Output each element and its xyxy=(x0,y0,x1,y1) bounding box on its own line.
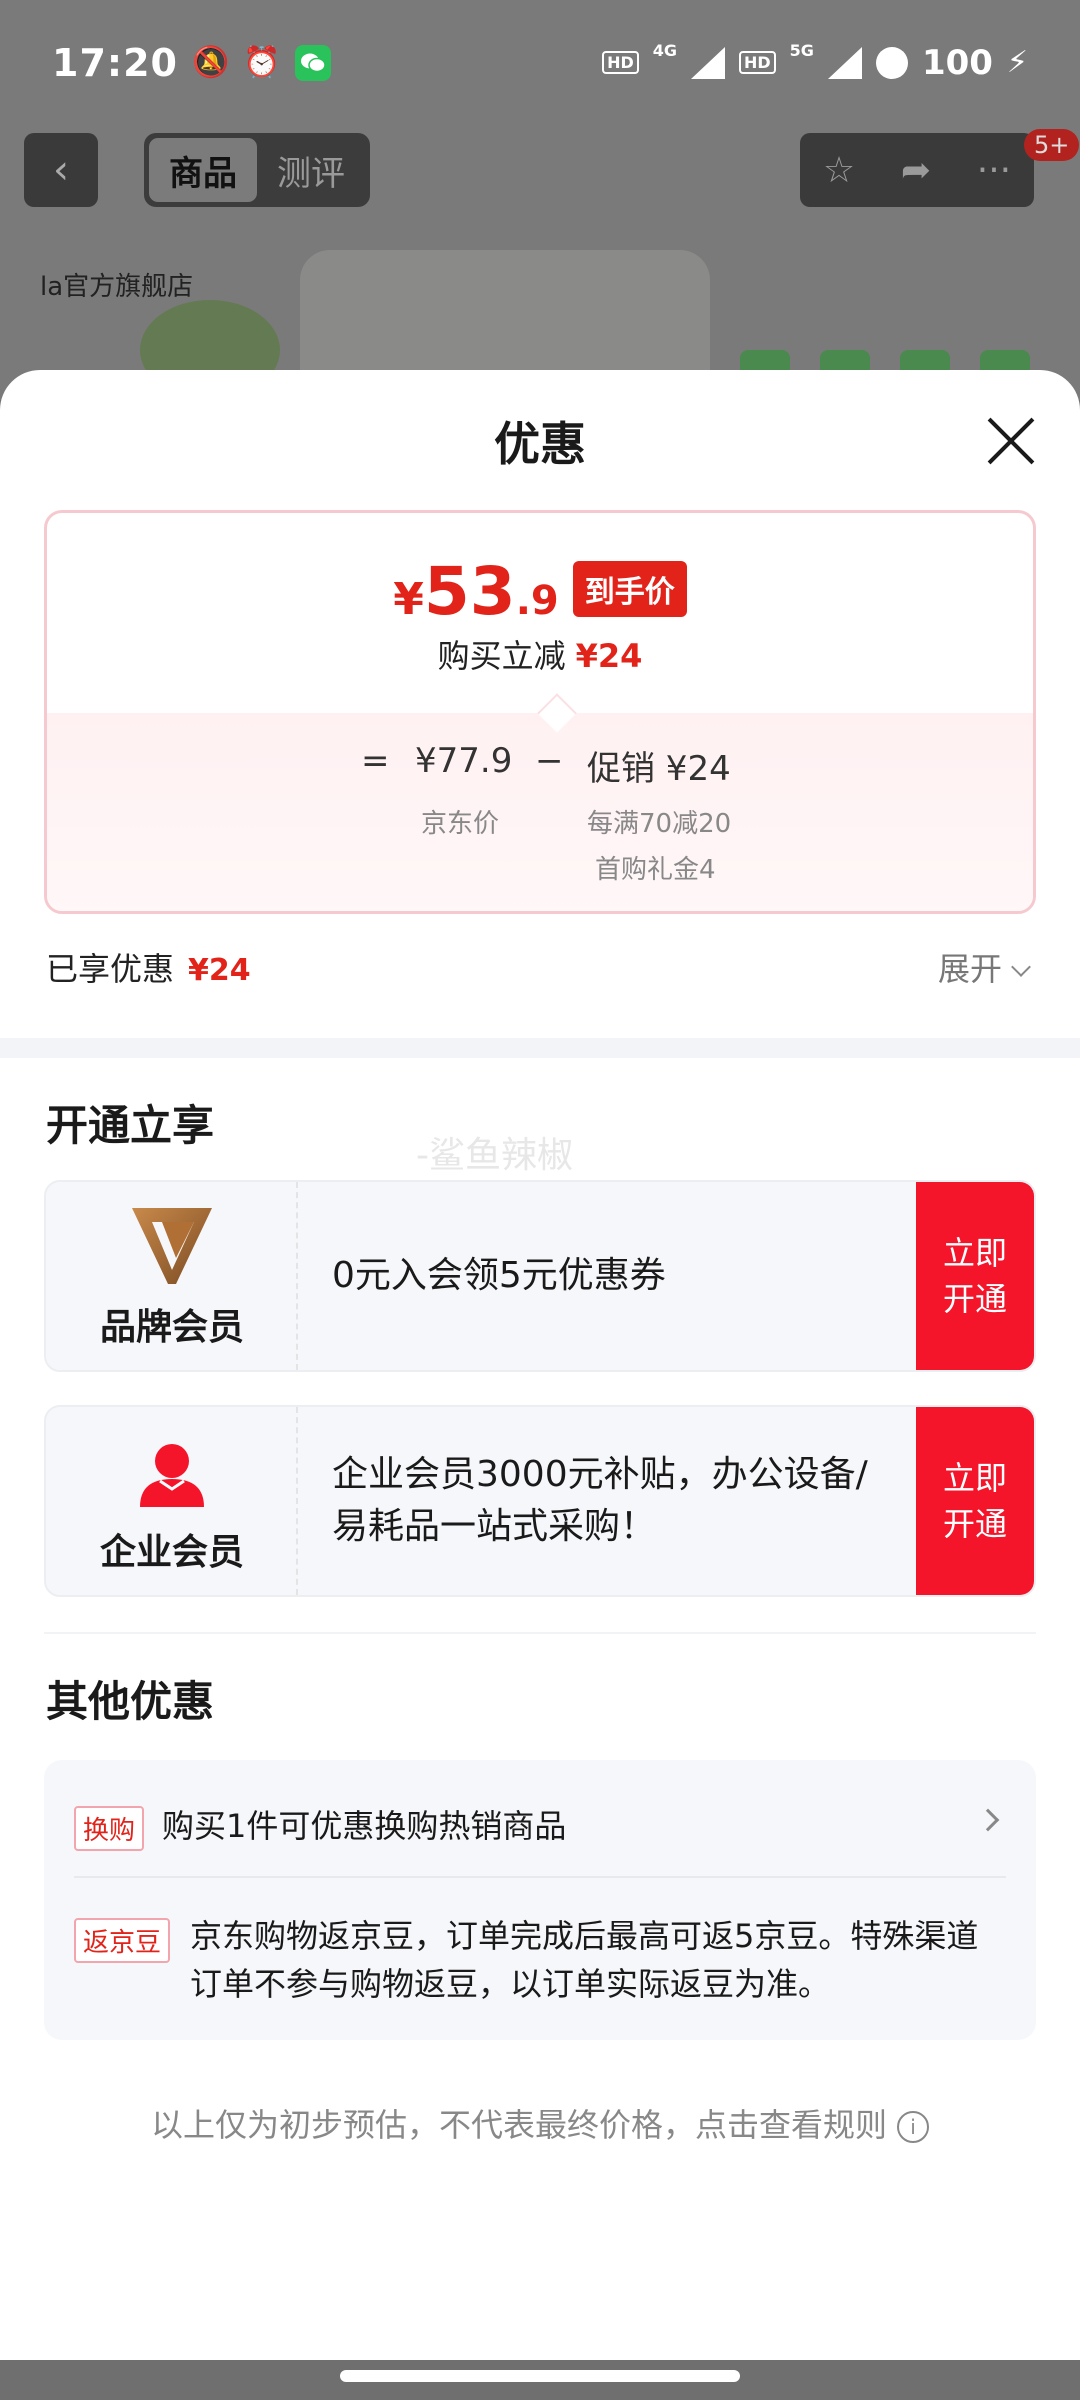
footer-note-text: 以上仅为初步预估，不代表最终价格，点击查看规则 xyxy=(150,2106,887,2144)
member-logo-area: 品牌会员 xyxy=(46,1182,298,1370)
jd-price-label: 京东价 xyxy=(421,809,500,839)
enjoyed-discount: 已享优惠 ¥24 xyxy=(46,944,251,990)
hd-icon: HD xyxy=(739,51,776,74)
other-offers-box: 换购 购买1件可优惠换购热销商品 返京豆 京东购物返京豆，订单完成后最高可返5京… xyxy=(44,1760,1036,2040)
open-now-button[interactable]: 立即开通 xyxy=(916,1182,1034,1370)
action-group: ☆ ➦ ··· xyxy=(800,133,1034,207)
alarm-icon: ⏰ xyxy=(243,45,281,80)
final-price-decimal: .9 xyxy=(515,578,559,624)
segmented-tabs: 商品 测评 xyxy=(144,133,370,207)
final-price-tag: 到手价 xyxy=(572,561,687,617)
final-price: ¥ 53 .9 到手价 xyxy=(47,553,1033,630)
charging-icon: ⚡ xyxy=(1006,45,1028,80)
section-title-open: 开通立享 xyxy=(46,1101,215,1150)
section-title-other: 其他优惠 xyxy=(46,1677,215,1726)
close-icon[interactable] xyxy=(986,416,1036,466)
back-button[interactable]: ‹ xyxy=(24,133,98,207)
minus-sign: − xyxy=(535,741,564,781)
wechat-icon xyxy=(294,44,331,81)
chevron-right-icon xyxy=(976,1808,1000,1832)
signal-icon xyxy=(691,46,725,79)
status-time: 17:20 xyxy=(52,40,178,85)
signal-icon xyxy=(827,46,862,79)
member-logo-area: 企业会员 xyxy=(46,1407,298,1595)
tab-review[interactable]: 测评 xyxy=(257,138,365,202)
info-icon: i xyxy=(897,2111,929,2143)
offer-row-jingdou: 返京豆 京东购物返京豆，订单完成后最高可返5京豆。特殊渠道订单不参与购物返豆，以… xyxy=(74,1912,1006,2012)
promo-detail: 每满70减20 xyxy=(587,809,732,839)
hd-icon: HD xyxy=(602,51,639,74)
notification-badge: 5+ xyxy=(1024,129,1080,161)
chevron-down-icon xyxy=(1011,957,1031,977)
chevron-left-icon: ‹ xyxy=(53,147,69,193)
member-name: 品牌会员 xyxy=(99,1307,244,1348)
offer-row-exchange[interactable]: 换购 购买1件可优惠换购热销商品 xyxy=(74,1802,1006,1851)
brand-v-icon xyxy=(132,1208,212,1284)
member-desc: 企业会员3000元补贴，办公设备/易耗品一站式采购！ xyxy=(332,1454,868,1547)
watermark: -鲨鱼辣椒 xyxy=(416,1135,573,1176)
expand-button[interactable]: 展开 xyxy=(938,944,1031,990)
price-card: ¥ 53 .9 到手价 购买立减 ¥24 = ¥77.9 − 促销 ¥24 京东价… xyxy=(44,510,1036,914)
open-now-label: 立即开通 xyxy=(942,1459,1007,1543)
battery-icon xyxy=(875,46,908,79)
section-divider xyxy=(0,1038,1080,1058)
offer-text: 京东购物返京豆，订单完成后最高可返5京豆。特殊渠道订单不参与购物返豆，以订单实际… xyxy=(190,1917,979,2003)
battery-level: 100 xyxy=(921,42,993,83)
open-now-label: 立即开通 xyxy=(942,1234,1007,1318)
sheet-title: 优惠 xyxy=(494,417,586,471)
currency-symbol: ¥ xyxy=(393,574,424,625)
mute-icon: 🔕 xyxy=(191,45,230,80)
offer-tag: 返京豆 xyxy=(74,1918,171,1963)
enterprise-member-card: 企业会员 企业会员3000元补贴，办公设备/易耗品一站式采购！ 立即开通 xyxy=(44,1405,1036,1597)
net-5g-label: 5G xyxy=(789,41,814,60)
offer-text: 购买1件可优惠换购热销商品 xyxy=(162,1807,567,1845)
row-divider xyxy=(74,1876,1006,1878)
store-name: la官方旗舰店 xyxy=(40,272,194,302)
person-icon xyxy=(140,1444,204,1507)
final-price-integer: 53 xyxy=(423,553,516,630)
enjoyed-label: 已享优惠 xyxy=(46,950,175,988)
home-indicator[interactable] xyxy=(340,2370,740,2382)
jd-price: ¥77.9 xyxy=(415,741,513,781)
status-bar: 17:20 🔕 ⏰ HD 4G HD 5G 100 ⚡ xyxy=(0,0,1080,125)
enjoyed-value: ¥24 xyxy=(188,953,251,988)
open-now-button[interactable]: 立即开通 xyxy=(916,1407,1034,1595)
section-divider xyxy=(44,1632,1036,1634)
member-name: 企业会员 xyxy=(99,1532,244,1573)
tab-product[interactable]: 商品 xyxy=(149,138,257,202)
equals-sign: = xyxy=(361,741,390,781)
reduce-value: ¥24 xyxy=(575,637,643,675)
top-nav: ‹ 商品 测评 ☆ ➦ ··· 5+ xyxy=(0,129,1080,213)
brand-member-card: 品牌会员 0元入会领5元优惠券 立即开通 xyxy=(44,1180,1036,1372)
share-icon[interactable]: ➦ xyxy=(901,150,931,191)
promo-amount: 促销 ¥24 xyxy=(587,749,731,789)
footer-note[interactable]: 以上仅为初步预估，不代表最终价格，点击查看规则 i xyxy=(0,2100,1080,2146)
offer-tag: 换购 xyxy=(74,1806,145,1851)
more-icon[interactable]: ··· xyxy=(977,150,1011,191)
star-icon[interactable]: ☆ xyxy=(823,150,855,191)
net-4g-label: 4G xyxy=(652,41,677,60)
expand-label: 展开 xyxy=(938,950,1003,988)
promo-detail: 首购礼金4 xyxy=(595,855,716,885)
member-desc: 0元入会领5元优惠券 xyxy=(332,1255,666,1296)
reduce-row: 购买立减 ¥24 xyxy=(47,631,1033,677)
reduce-label: 购买立减 xyxy=(437,637,566,675)
